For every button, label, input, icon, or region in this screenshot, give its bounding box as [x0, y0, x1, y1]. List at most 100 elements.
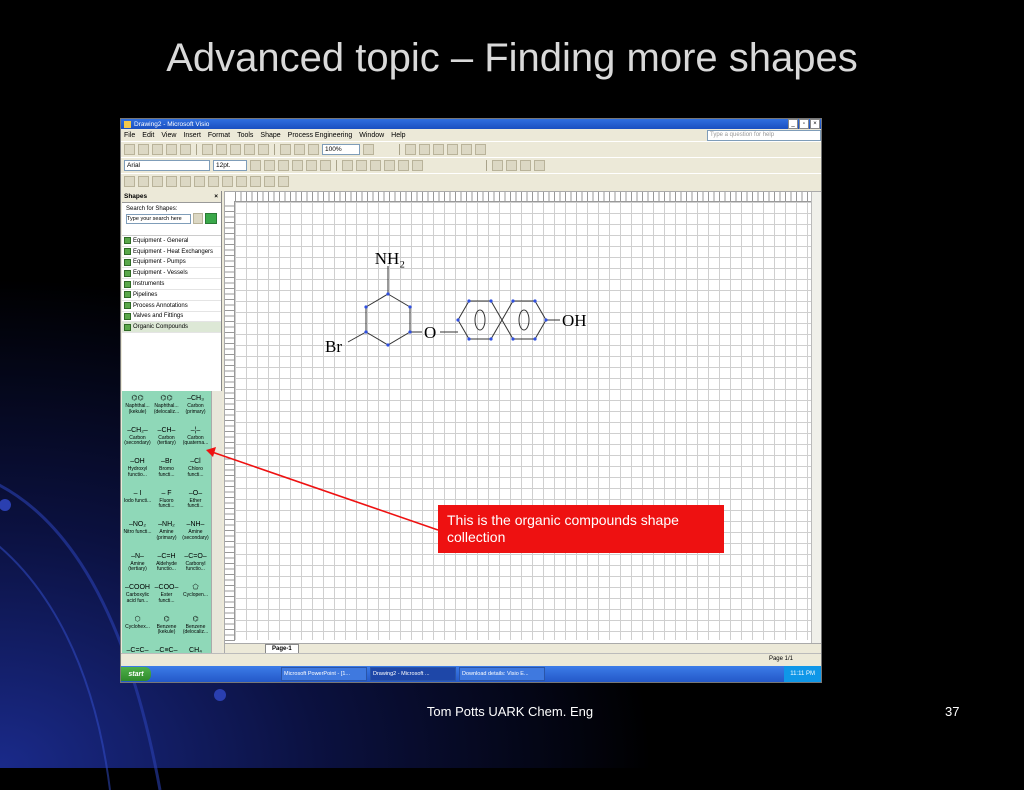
- menu-process-engineering[interactable]: Process Engineering: [288, 132, 353, 139]
- print-preview-icon[interactable]: [180, 144, 191, 155]
- menu-tools[interactable]: Tools: [237, 132, 253, 139]
- menu-file[interactable]: File: [124, 132, 135, 139]
- stencil-item[interactable]: Equipment - Heat Exchangers: [122, 247, 221, 258]
- align-left-icon[interactable]: [292, 160, 303, 171]
- pencil-tool-icon[interactable]: [475, 144, 486, 155]
- stencil-item[interactable]: Instruments: [122, 279, 221, 290]
- palette-shape[interactable]: –NH– Amine (secondary): [181, 520, 210, 541]
- send-to-back-icon[interactable]: [194, 176, 205, 187]
- palette-shape[interactable]: –N– Amine (tertiary): [123, 552, 152, 573]
- line-pattern-icon[interactable]: [398, 160, 409, 171]
- shape-search-input[interactable]: Type your search here: [126, 213, 191, 224]
- line-ends-icon[interactable]: [412, 160, 423, 171]
- palette-shape[interactable]: –COO– Ester functi...: [152, 583, 181, 604]
- copy-icon[interactable]: [216, 144, 227, 155]
- taskbar-powerpoint[interactable]: Microsoft PowerPoint - [1...: [281, 667, 367, 681]
- connect-shapes-icon[interactable]: [264, 176, 275, 187]
- font-select[interactable]: Arial: [124, 160, 210, 171]
- palette-shape[interactable]: –C=H Aldehyde functio...: [152, 552, 181, 573]
- undo-icon[interactable]: [244, 144, 255, 155]
- flip-vertical-icon[interactable]: [250, 176, 261, 187]
- maximize-button[interactable]: ▫: [799, 119, 809, 129]
- align-center-icon[interactable]: [306, 160, 317, 171]
- palette-shape[interactable]: –C=O– Carbonyl functio...: [181, 552, 210, 573]
- line-color-icon[interactable]: [356, 160, 367, 171]
- palette-shape[interactable]: –¦– Carbon (quaterna...: [181, 426, 210, 447]
- align-right-icon[interactable]: [320, 160, 331, 171]
- shape-operations-icon[interactable]: [534, 160, 545, 171]
- taskbar-visio[interactable]: Drawing2 - Microsoft ...: [370, 667, 456, 681]
- palette-shape[interactable]: ⌬⌬ Naphthal... (kekule): [123, 394, 152, 415]
- cut-icon[interactable]: [202, 144, 213, 155]
- freeform-tool-icon[interactable]: [461, 144, 472, 155]
- flip-horizontal-icon[interactable]: [236, 176, 247, 187]
- paste-icon[interactable]: [230, 144, 241, 155]
- palette-shape[interactable]: ⌬ Benzene (kekule): [152, 615, 181, 636]
- palette-shape[interactable]: –CH– Carbon (tertiary): [152, 426, 181, 447]
- palette-shape[interactable]: –Br Bromo functi...: [152, 457, 181, 478]
- bring-to-front-icon[interactable]: [180, 176, 191, 187]
- line-tool-icon[interactable]: [433, 144, 444, 155]
- stencil-item[interactable]: Process Annotations: [122, 301, 221, 312]
- palette-shape[interactable]: –O– Ether functi...: [181, 489, 210, 510]
- palette-shape[interactable]: –NH₂ Amine (primary): [152, 520, 181, 541]
- font-size-select[interactable]: 12pt.: [213, 160, 247, 171]
- palette-scrollbar[interactable]: [211, 391, 222, 682]
- ellipse-tool-icon[interactable]: [419, 144, 430, 155]
- help-icon[interactable]: [363, 144, 374, 155]
- palette-shape[interactable]: ⌬⌬ Naphthal... (delocaliz...: [152, 394, 181, 415]
- rectangle-tool-icon[interactable]: [405, 144, 416, 155]
- shapes-window-icon[interactable]: [492, 160, 503, 171]
- palette-shape[interactable]: – I Iodo functi...: [123, 489, 152, 505]
- palette-shape[interactable]: –NO₂ Nitro functi...: [123, 520, 152, 536]
- distribute-shapes-icon[interactable]: [138, 176, 149, 187]
- menu-format[interactable]: Format: [208, 132, 230, 139]
- palette-shape[interactable]: – F Fluoro functi...: [152, 489, 181, 510]
- text-tool-icon[interactable]: [308, 144, 319, 155]
- search-options-icon[interactable]: [192, 213, 204, 224]
- menu-shape[interactable]: Shape: [260, 132, 280, 139]
- palette-shape[interactable]: –COOH Carboxylic acid fun...: [123, 583, 152, 604]
- search-go-icon[interactable]: [205, 213, 217, 224]
- ungroup-icon[interactable]: [166, 176, 177, 187]
- vertical-scrollbar[interactable]: [811, 192, 821, 644]
- start-button[interactable]: start: [121, 667, 151, 681]
- zoom-select[interactable]: 100%: [322, 144, 360, 155]
- save-icon[interactable]: [152, 144, 163, 155]
- stencil-item[interactable]: Equipment - Vessels: [122, 268, 221, 280]
- font-color-icon[interactable]: [342, 160, 353, 171]
- bold-icon[interactable]: [250, 160, 261, 171]
- stencil-item[interactable]: Equipment - Pumps: [122, 258, 221, 269]
- stencil-item[interactable]: Organic Compounds: [122, 322, 221, 334]
- drawing-canvas[interactable]: NH₂ OH O Br: [235, 202, 811, 640]
- arc-tool-icon[interactable]: [447, 144, 458, 155]
- help-search-input[interactable]: Type a question for help: [707, 129, 821, 141]
- connector-tool-icon[interactable]: [294, 144, 305, 155]
- rotate-left-icon[interactable]: [208, 176, 219, 187]
- group-icon[interactable]: [152, 176, 163, 187]
- format-painter-icon[interactable]: [278, 176, 289, 187]
- line-weight-icon[interactable]: [384, 160, 395, 171]
- menu-help[interactable]: Help: [391, 132, 405, 139]
- shapes-panel-close-icon[interactable]: ×: [214, 193, 218, 200]
- open-icon[interactable]: [138, 144, 149, 155]
- palette-shape[interactable]: ⬠ Cyclopen...: [181, 583, 210, 599]
- palette-shape[interactable]: –Cl Chloro functi...: [181, 457, 210, 478]
- pointer-tool-icon[interactable]: [280, 144, 291, 155]
- palette-shape[interactable]: ⬡ Cyclohex...: [123, 615, 152, 631]
- palette-shape[interactable]: –CH₂– Carbon (secondary): [123, 426, 152, 447]
- connection-point-icon[interactable]: [506, 160, 517, 171]
- palette-shape[interactable]: –CH₃ Carbon (primary): [181, 394, 210, 415]
- redo-icon[interactable]: [258, 144, 269, 155]
- minimize-button[interactable]: _: [788, 119, 798, 129]
- stencil-item[interactable]: Pipelines: [122, 290, 221, 301]
- fill-color-icon[interactable]: [370, 160, 381, 171]
- palette-shape[interactable]: ⌬ Benzene (delocaliz...: [181, 615, 210, 636]
- stencil-item[interactable]: Equipment - General: [122, 236, 221, 247]
- close-button[interactable]: ×: [810, 119, 820, 129]
- menu-window[interactable]: Window: [359, 132, 384, 139]
- stencil-item[interactable]: Valves and Fittings: [122, 312, 221, 323]
- italic-icon[interactable]: [264, 160, 275, 171]
- layers-icon[interactable]: [520, 160, 531, 171]
- new-icon[interactable]: [124, 144, 135, 155]
